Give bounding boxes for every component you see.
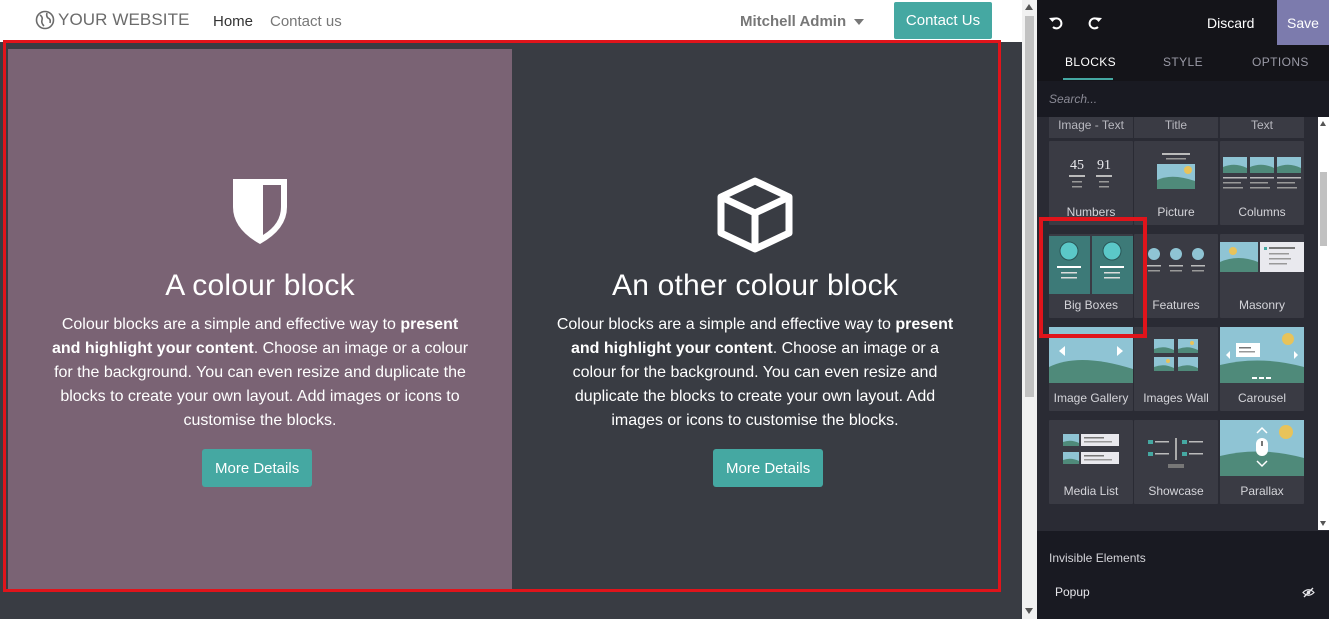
invisible-item-label: Popup — [1055, 585, 1090, 599]
editor-tabs: BLOCKS STYLE OPTIONS — [1037, 45, 1329, 81]
tab-style[interactable]: STYLE — [1163, 55, 1203, 69]
snippet-scrollbar[interactable] — [1318, 117, 1329, 530]
navbar: YOUR WEBSITE Home Contact us Mitchell Ad… — [0, 0, 1022, 42]
colour-block-right[interactable]: An other colour block Colour blocks are … — [512, 49, 998, 592]
eye-slash-icon[interactable] — [1302, 585, 1315, 603]
tab-options[interactable]: OPTIONS — [1252, 55, 1309, 69]
active-tab-indicator — [1063, 78, 1113, 80]
numbers-thumbnail: 45 91 — [1069, 158, 1112, 188]
scroll-up-icon[interactable] — [1025, 4, 1033, 10]
snippet-image-text[interactable]: Image - Text — [1049, 117, 1133, 138]
block-text: Colour blocks are a simple and effective… — [51, 316, 469, 429]
carousel-thumbnail — [1220, 327, 1304, 383]
editor-panel: Discard Save BLOCKS STYLE OPTIONS Image … — [1037, 0, 1329, 619]
editor-toolbar: Discard Save — [1037, 0, 1329, 45]
big-boxes-thumbnail — [1049, 236, 1133, 294]
block-title: A colour block — [165, 269, 355, 302]
shield-icon — [8, 177, 512, 245]
images-wall-thumbnail — [1154, 339, 1198, 371]
svg-text:45: 45 — [1070, 158, 1084, 173]
cube-icon — [512, 177, 998, 253]
parallax-thumbnail — [1220, 420, 1304, 476]
columns-thumbnail — [1223, 157, 1301, 189]
masonry-thumbnail — [1220, 242, 1304, 272]
block-title: An other colour block — [611, 269, 899, 302]
block-text: Colour blocks are a simple and effective… — [556, 316, 954, 429]
invisible-elements-section: Invisible Elements Popup — [1037, 531, 1329, 619]
snippet-parallax[interactable]: Parallax — [1220, 420, 1304, 504]
scroll-down-icon[interactable] — [1320, 521, 1326, 526]
snippet-carousel[interactable]: Carousel — [1220, 327, 1304, 411]
scroll-down-icon[interactable] — [1025, 608, 1033, 614]
picture-thumbnail — [1157, 153, 1195, 189]
colour-block-left[interactable]: A colour block Colour blocks are a simpl… — [8, 49, 512, 592]
nav-link-contact[interactable]: Contact us — [270, 13, 342, 30]
undo-icon[interactable] — [1045, 12, 1067, 34]
scroll-up-icon[interactable] — [1320, 121, 1326, 126]
site-logo[interactable]: YOUR WEBSITE — [35, 10, 190, 30]
snippet-masonry[interactable]: Masonry — [1220, 234, 1304, 318]
more-details-button[interactable]: More Details — [202, 449, 313, 487]
image-gallery-thumbnail — [1049, 327, 1133, 383]
snippet-picture[interactable]: Picture — [1134, 141, 1218, 225]
snippet-search-input[interactable] — [1037, 81, 1329, 117]
snippet-big-boxes[interactable]: Big Boxes — [1049, 234, 1133, 318]
logo-text: YOUR WEBSITE — [58, 10, 190, 29]
snippet-text[interactable]: Text — [1220, 117, 1304, 138]
more-details-button[interactable]: More Details — [713, 449, 824, 487]
discard-button[interactable]: Discard — [1207, 0, 1254, 45]
tab-blocks[interactable]: BLOCKS — [1065, 55, 1116, 69]
snippet-showcase[interactable]: Showcase — [1134, 420, 1218, 504]
save-button[interactable]: Save — [1277, 0, 1329, 45]
snippet-numbers[interactable]: 45 91 Numbers — [1049, 141, 1133, 225]
invisible-elements-title: Invisible Elements — [1049, 551, 1146, 565]
website-preview: YOUR WEBSITE Home Contact us Mitchell Ad… — [0, 0, 1022, 619]
invisible-item-popup[interactable]: Popup — [1037, 576, 1329, 608]
showcase-thumbnail — [1148, 438, 1203, 468]
snippet-grid: Image - Text Title Text 45 91 Numbers Pi… — [1037, 117, 1317, 513]
user-menu[interactable]: Mitchell Admin — [740, 13, 865, 30]
snippet-features[interactable]: Features — [1134, 234, 1218, 318]
redo-icon[interactable] — [1084, 12, 1106, 34]
snippet-media-list[interactable]: Media List — [1049, 420, 1133, 504]
globe-icon — [35, 10, 55, 30]
scrollbar-thumb[interactable] — [1025, 16, 1034, 397]
user-name: Mitchell Admin — [740, 13, 847, 30]
nav-link-home[interactable]: Home — [213, 13, 253, 30]
svg-text:91: 91 — [1097, 158, 1111, 173]
features-thumbnail — [1147, 248, 1205, 272]
snippet-images-wall[interactable]: Images Wall — [1134, 327, 1218, 411]
snippet-columns[interactable]: Columns — [1220, 141, 1304, 225]
scrollbar-thumb[interactable] — [1320, 172, 1327, 246]
page-scrollbar[interactable] — [1022, 0, 1037, 619]
contact-us-button[interactable]: Contact Us — [894, 2, 992, 39]
snippet-title[interactable]: Title — [1134, 117, 1218, 138]
snippet-image-gallery[interactable]: Image Gallery — [1049, 327, 1133, 411]
chevron-down-icon — [854, 19, 865, 25]
media-list-thumbnail — [1063, 434, 1119, 464]
